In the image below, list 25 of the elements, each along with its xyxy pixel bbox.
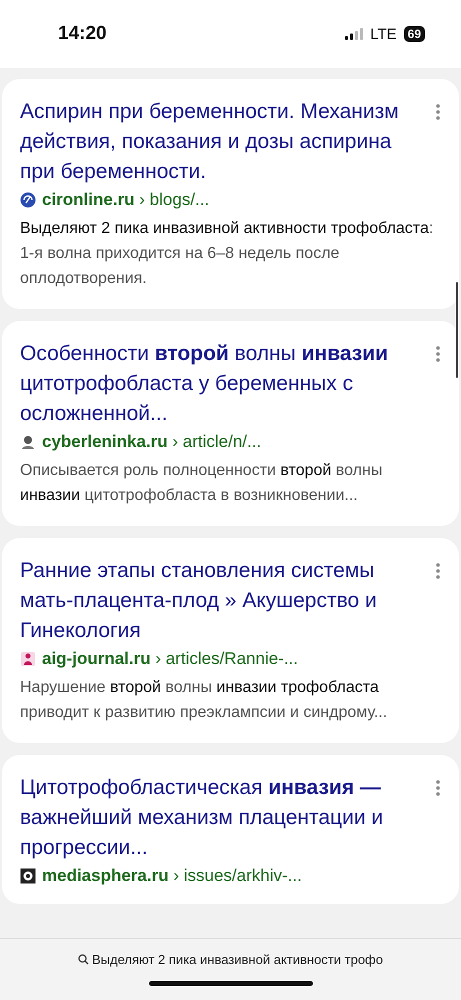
result-title-link[interactable]: Аспирин при беременности. Механизм действия, показания и дозы аспирина при беременности. xyxy=(20,97,425,187)
more-options-icon[interactable] xyxy=(435,103,441,121)
emblem-icon xyxy=(20,868,36,884)
more-options-icon[interactable] xyxy=(435,779,441,797)
figure-icon xyxy=(20,651,36,667)
result-snippet: Описывается роль полноценности второй волны инвазии цитотрофобласта в возникновении... xyxy=(20,461,384,506)
battery-level: 69 xyxy=(404,26,425,42)
search-icon xyxy=(78,954,89,965)
find-query[interactable]: Выделяют 2 пика инвазивной активности трофо xyxy=(78,952,383,967)
bust-icon xyxy=(20,434,36,450)
result-snippet: Выделяют 2 пика инвазивной активности трофобласта: 1-я волна приходится на 6–8 недель после оплодотворения. xyxy=(20,219,434,289)
status-time: 14:20 xyxy=(58,23,107,45)
result-url-link[interactable]: mediasphera.ru › issues/arkhiv-... xyxy=(42,866,302,886)
result-snippet: Нарушение второй волны инвазии трофобласта приводит к развитию преэклампсии и синдрому... xyxy=(20,678,388,723)
result-title-link[interactable]: Цитотрофобластическая инвазия — важнейший механизм плацентации и прогрессии... xyxy=(20,773,425,863)
network-label: LTE xyxy=(370,26,397,42)
result-url-link[interactable]: cironline.ru › blogs/... xyxy=(42,190,210,210)
result-title-link[interactable]: Особенности второй волны инвазии цитотрофобласта у беременных с осложненной... xyxy=(20,339,425,429)
result-url-link[interactable]: cyberleninka.ru › article/n/... xyxy=(42,432,262,452)
signal-icon xyxy=(345,28,364,40)
result-url-link[interactable]: aig-journal.ru › articles/Rannie-... xyxy=(42,649,298,669)
more-options-icon[interactable] xyxy=(435,345,441,363)
result-title-link[interactable]: Ранние этапы становления системы мать-плацента-плод » Акушерство и Гинекология xyxy=(20,556,425,646)
more-options-icon[interactable] xyxy=(435,562,441,580)
globe-logo-icon xyxy=(20,192,36,208)
